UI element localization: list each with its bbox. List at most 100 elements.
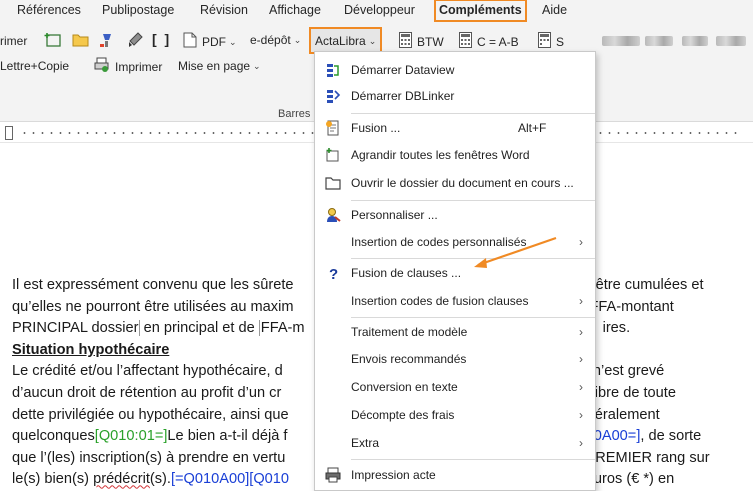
paint-icon[interactable]: [99, 32, 117, 48]
menu-item-decompte-frais[interactable]: Décompte des frais ›: [315, 402, 595, 428]
highlighter-icon[interactable]: [126, 32, 144, 48]
chevron-right-icon: ›: [579, 436, 583, 450]
menu-developpeur[interactable]: Développeur: [342, 2, 417, 18]
menu-separator: [351, 113, 595, 114]
mise-en-page-button[interactable]: Mise en page ⌄: [178, 58, 261, 74]
edepot-button[interactable]: e-dépôt ⌄: [250, 32, 301, 48]
actalibra-label: ActaLibra: [315, 33, 366, 48]
menu-item-insertion-codes-fusion[interactable]: Insertion codes de fusion clauses ›: [315, 288, 595, 314]
menu-aide[interactable]: Aide: [540, 2, 569, 18]
calculator-icon: [538, 32, 551, 52]
merge-code: [Q010: [249, 471, 290, 488]
menu-references[interactable]: Références: [15, 2, 83, 18]
text: t être cumulées et: [587, 277, 704, 293]
text: dette privilégiée ou hypothécaire, ainsi…: [12, 406, 289, 423]
cab-label: C = A-B: [477, 35, 519, 49]
menu-complements[interactable]: Compléments: [434, 0, 527, 22]
chevron-right-icon: ›: [579, 325, 583, 339]
folder-icon: [324, 174, 342, 192]
menu-bar: Références Publipostage Révision Afficha…: [0, 0, 753, 22]
menu-item-traitement-modele[interactable]: Traitement de modèle ›: [315, 319, 595, 345]
insert-icon[interactable]: [44, 32, 62, 48]
menu-item-impression-acte[interactable]: Impression acte: [315, 462, 595, 488]
text: que l’(les) inscription(s) à prendre en …: [12, 449, 286, 466]
menu-item-extra[interactable]: Extra ›: [315, 430, 595, 456]
menu-separator: [351, 459, 595, 460]
text: Le bien a-t-il déjà f: [167, 428, 288, 445]
brackets-icon[interactable]: [ ]: [152, 31, 171, 47]
text: d’aucun droit de rétention au profit d’u…: [12, 384, 282, 401]
field-code: FFA-montant: [587, 298, 674, 315]
print-button[interactable]: rimer: [0, 33, 27, 49]
pdf-icon: [183, 32, 197, 52]
fusion-icon: [324, 119, 342, 137]
calculator-icon: [399, 32, 412, 52]
menu-item-fusion-clauses[interactable]: ? Fusion de clauses ...: [315, 260, 595, 286]
menu-revision[interactable]: Révision: [198, 2, 250, 18]
chevron-right-icon: ›: [579, 352, 583, 366]
text: ires.: [602, 320, 631, 337]
pdf-button[interactable]: PDF ⌄: [183, 32, 237, 52]
personalize-icon: [324, 206, 342, 224]
text: en principal et de: [138, 320, 259, 337]
text: Le crédité et/ou l’affectant hypothécair…: [12, 363, 283, 380]
edepot-label: e-dépôt: [250, 33, 291, 47]
text: Il est expressément convenu que les sûre…: [12, 277, 294, 293]
menu-item-personnaliser[interactable]: Personnaliser ...: [315, 202, 595, 228]
blurred-region: [682, 36, 708, 46]
menu-item-enlarge-windows[interactable]: Agrandir toutes les fenêtres Word: [315, 142, 595, 168]
printer-icon: [324, 466, 342, 484]
text: quelconques: [12, 428, 95, 445]
chevron-down-icon: ⌄: [253, 61, 261, 71]
dataview-icon: [324, 61, 342, 79]
menu-affichage[interactable]: Affichage: [267, 2, 323, 18]
menu-item-dataview[interactable]: Démarrer Dataview: [315, 57, 595, 83]
chevron-right-icon: ›: [579, 408, 583, 422]
actalibra-dropdown-menu: Démarrer Dataview Démarrer DBLinker Fusi…: [314, 51, 596, 491]
print-label: rimer: [0, 34, 28, 48]
blurred-region: [645, 36, 673, 46]
calculator-icon: [459, 32, 472, 52]
merge-code: [Q010:01=]: [94, 428, 168, 445]
menu-item-open-folder[interactable]: Ouvrir le dossier du document en cours .…: [315, 170, 595, 196]
menu-publipostage[interactable]: Publipostage: [100, 2, 176, 18]
field-code: FFA-m: [258, 320, 305, 337]
menu-item-fusion[interactable]: Fusion ... Alt+F: [315, 115, 595, 141]
text: qu’elles ne pourront être utilisées au m…: [12, 298, 294, 315]
printer-settings-icon: [94, 57, 110, 77]
chevron-right-icon: ›: [579, 380, 583, 394]
blurred-region: [602, 36, 640, 46]
blurred-region: [716, 36, 746, 46]
chevron-down-icon: ⌄: [293, 35, 302, 45]
imprimer-label: Imprimer: [115, 60, 163, 74]
enlarge-windows-icon: [324, 146, 342, 164]
menu-separator: [351, 200, 595, 201]
menu-item-insertion-codes-perso[interactable]: Insertion de codes personnalisés ›: [315, 229, 595, 255]
menu-separator: [351, 317, 595, 318]
btw-button[interactable]: BTW: [399, 32, 444, 52]
lettre-copie-label: Lettre+Copie: [0, 59, 70, 73]
indent-marker[interactable]: [5, 126, 13, 140]
lettre-copie-button[interactable]: Lettre+Copie: [0, 58, 69, 74]
chevron-right-icon: ›: [579, 235, 583, 249]
shortcut-label: Alt+F: [518, 121, 547, 135]
btw-label: BTW: [417, 35, 444, 49]
menu-item-envois-recommandes[interactable]: Envois recommandés ›: [315, 346, 595, 372]
misspelled-word: prédécrit: [93, 471, 150, 488]
dblinker-icon: [324, 87, 342, 105]
imprimer-button[interactable]: Imprimer: [94, 57, 162, 77]
blurred-button-1[interactable]: S: [538, 32, 564, 52]
open-folder-icon[interactable]: [72, 32, 90, 48]
question-icon: ?: [324, 264, 342, 282]
text: le(s) bien(s): [12, 471, 94, 488]
chevron-down-icon: ⌄: [229, 37, 237, 47]
menu-item-dblinker[interactable]: Démarrer DBLinker: [315, 83, 595, 109]
blurred-label-1: S: [556, 35, 565, 49]
cab-button[interactable]: C = A-B: [459, 32, 519, 52]
merge-code: [=Q010A00]: [170, 471, 250, 488]
text: , de sorte: [640, 428, 702, 445]
menu-item-conversion-texte[interactable]: Conversion en texte ›: [315, 374, 595, 400]
mise-en-page-label: Mise en page: [178, 59, 251, 73]
menu-separator: [351, 258, 595, 259]
actalibra-button[interactable]: ActaLibra ⌄: [309, 27, 383, 54]
